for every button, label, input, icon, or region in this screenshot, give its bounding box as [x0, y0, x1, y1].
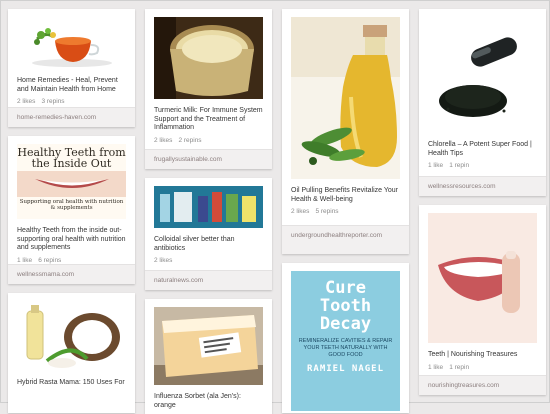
- pin-image-smile[interactable]: [428, 213, 537, 343]
- pin-source[interactable]: wellnessmama.com: [8, 264, 135, 284]
- repins-count[interactable]: 2 repins: [178, 137, 201, 144]
- book-subtitle: Remineralize Cavities & Repair Your Teet…: [298, 338, 393, 358]
- pin-description: Hybrid Rasta Mama: 150 Uses For: [17, 379, 125, 386]
- pin-card-silver[interactable]: Colloidal silver better than antibiotics…: [145, 178, 272, 290]
- pin-stats: 2 likes 2 repins: [154, 137, 263, 144]
- pin-board: Home Remedies - Heal, Prevent and Mainta…: [0, 0, 550, 414]
- pin-image-coconut[interactable]: [17, 301, 126, 371]
- pin-card-sorbet[interactable]: Influenza Sorbet (ala Jen's): orange: [145, 299, 272, 414]
- capsule-powder-image: [428, 17, 537, 133]
- repins-count[interactable]: 3 repins: [41, 98, 64, 105]
- teacup-herbs-image: [17, 17, 126, 69]
- image-title-line-2: the Inside Out: [31, 157, 112, 170]
- pin-image-tea[interactable]: [17, 17, 126, 69]
- repins-count[interactable]: 6 repins: [38, 257, 61, 264]
- pin-card-turmeric[interactable]: Turmeric Milk: For Immune System Support…: [145, 9, 272, 169]
- pin-stats: 2 likes: [154, 257, 263, 264]
- turmeric-milk-image: [154, 17, 263, 99]
- pin-stats: 1 like 1 repin: [428, 162, 537, 169]
- pin-image-turmeric[interactable]: [154, 17, 263, 99]
- olive-oil-bottle-image: [291, 17, 400, 179]
- pin-description: Healthy Teeth from the inside out- suppo…: [17, 227, 126, 251]
- pin-description: Home Remedies - Heal, Prevent and Mainta…: [17, 77, 118, 93]
- smiling-mouth-image: [428, 213, 537, 343]
- pin-description: Teeth | Nourishing Treasures: [428, 351, 518, 358]
- book-title-line-1: Cure: [325, 278, 366, 298]
- likes-count[interactable]: 1 like: [428, 162, 443, 169]
- pin-card-tea[interactable]: Home Remedies - Heal, Prevent and Mainta…: [8, 9, 135, 127]
- pin-source[interactable]: naturalnews.com: [145, 270, 272, 290]
- pin-source[interactable]: frugallysustainable.com: [145, 149, 272, 169]
- sorbet-container-image: [154, 307, 263, 385]
- repins-count[interactable]: 1 repin: [449, 364, 469, 371]
- pin-description: Colloidal silver better than antibiotics: [154, 236, 235, 252]
- coconut-oil-image: [17, 301, 126, 371]
- pin-description: Chlorella – A Potent Super Food | Health…: [428, 141, 532, 157]
- pin-stats: 1 like 1 repin: [428, 364, 537, 371]
- pin-card-smile[interactable]: Teeth | Nourishing Treasures 1 like 1 rep…: [419, 205, 546, 395]
- pin-source[interactable]: nourishingtreasures.com: [419, 375, 546, 395]
- pin-card-oil[interactable]: Oil Pulling Benefits Revitalize Your Hea…: [282, 9, 409, 254]
- book-title-line-3: Decay: [319, 314, 372, 334]
- image-subtitle: Supporting oral health with nutrition & …: [19, 199, 124, 211]
- pin-source[interactable]: home-remedies-haven.com: [8, 107, 135, 127]
- book-title-line-2: Tooth: [319, 296, 372, 316]
- pin-source[interactable]: undergroundhealthreporter.com: [282, 225, 409, 254]
- pin-stats: 2 likes 5 repins: [291, 208, 400, 215]
- pin-image-sorbet[interactable]: [154, 307, 263, 385]
- pin-image-teeth[interactable]: Healthy Teeth from the Inside Out Suppor…: [17, 144, 126, 219]
- pin-image-cure-book[interactable]: Cure Tooth Decay Remineralize Cavities &…: [291, 271, 400, 411]
- colloidal-silver-bottles-image: [154, 186, 263, 228]
- book-author: RAMIEL NAGEL: [306, 364, 385, 374]
- likes-count[interactable]: 2 likes: [154, 137, 172, 144]
- likes-count[interactable]: 2 likes: [17, 98, 35, 105]
- likes-count[interactable]: 2 likes: [291, 208, 309, 215]
- smile-image: [17, 171, 126, 197]
- pin-image-chlorella[interactable]: [428, 17, 537, 133]
- pin-stats: 1 like 6 repins: [17, 257, 126, 264]
- pin-source[interactable]: wellnessresources.com: [419, 176, 546, 196]
- pin-image-oil[interactable]: [291, 17, 400, 179]
- pin-description: Oil Pulling Benefits Revitalize Your Hea…: [291, 187, 399, 203]
- pin-image-silver[interactable]: [154, 186, 263, 228]
- pin-card-cure[interactable]: Cure Tooth Decay Remineralize Cavities &…: [282, 263, 409, 413]
- likes-count[interactable]: 2 likes: [154, 257, 172, 264]
- pin-card-coconut[interactable]: Hybrid Rasta Mama: 150 Uses For: [8, 293, 135, 413]
- likes-count[interactable]: 1 like: [17, 257, 32, 264]
- pin-card-teeth-book[interactable]: Healthy Teeth from the Inside Out Suppor…: [8, 136, 135, 284]
- repins-count[interactable]: 5 repins: [315, 208, 338, 215]
- repins-count[interactable]: 1 repin: [449, 162, 469, 169]
- pin-card-chlorella[interactable]: Chlorella – A Potent Super Food | Health…: [419, 9, 546, 196]
- likes-count[interactable]: 1 like: [428, 364, 443, 371]
- pin-description: Turmeric Milk: For Immune System Support…: [154, 107, 263, 131]
- pin-description: Influenza Sorbet (ala Jen's): orange: [154, 393, 241, 409]
- pin-stats: 2 likes 3 repins: [17, 98, 126, 105]
